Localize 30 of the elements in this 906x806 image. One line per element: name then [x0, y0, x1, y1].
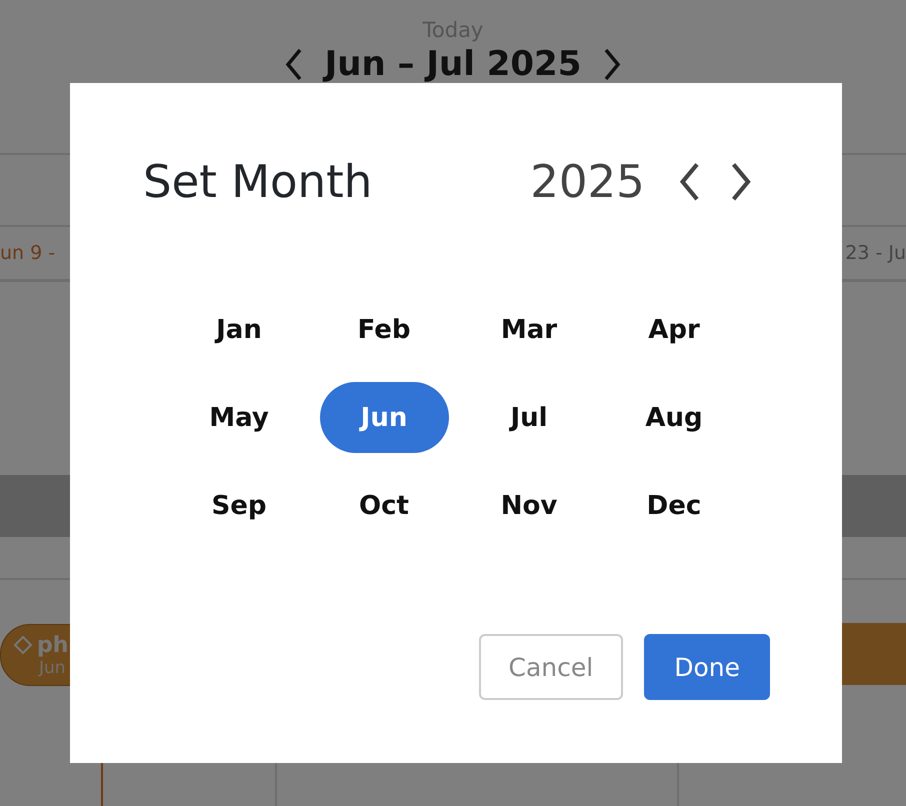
month-option[interactable]: Sep: [174, 470, 304, 541]
next-button[interactable]: [603, 48, 622, 80]
date-range-title: Jun – Jul 2025: [324, 44, 582, 84]
chevron-right-icon: [603, 48, 622, 80]
done-button[interactable]: Done: [644, 634, 770, 700]
month-option[interactable]: Jan: [174, 294, 304, 365]
chevron-right-icon: [730, 162, 752, 202]
task-dates: Jun: [37, 658, 67, 678]
previous-button[interactable]: [284, 48, 303, 80]
month-option[interactable]: Jun: [320, 382, 448, 453]
year-label: 2025: [530, 155, 645, 208]
month-option[interactable]: Jul: [464, 382, 594, 453]
previous-year-button[interactable]: [678, 162, 700, 202]
next-year-button[interactable]: [730, 162, 752, 202]
month-option[interactable]: Apr: [610, 294, 738, 365]
month-option[interactable]: Nov: [464, 470, 594, 541]
month-option[interactable]: Dec: [610, 470, 738, 541]
month-option[interactable]: Oct: [320, 470, 448, 541]
task-title: ph: [37, 632, 68, 658]
week-label: un 9 -: [0, 242, 56, 264]
week-label: 23 - Ju: [845, 242, 906, 264]
dialog-title: Set Month: [143, 155, 372, 208]
month-option[interactable]: Mar: [464, 294, 594, 365]
month-option[interactable]: May: [174, 382, 304, 453]
month-option[interactable]: Feb: [320, 294, 448, 365]
diamond-icon: [13, 635, 33, 655]
chevron-left-icon: [678, 162, 700, 202]
chevron-left-icon: [284, 48, 303, 80]
month-option[interactable]: Aug: [610, 382, 738, 453]
cancel-button[interactable]: Cancel: [478, 634, 624, 700]
